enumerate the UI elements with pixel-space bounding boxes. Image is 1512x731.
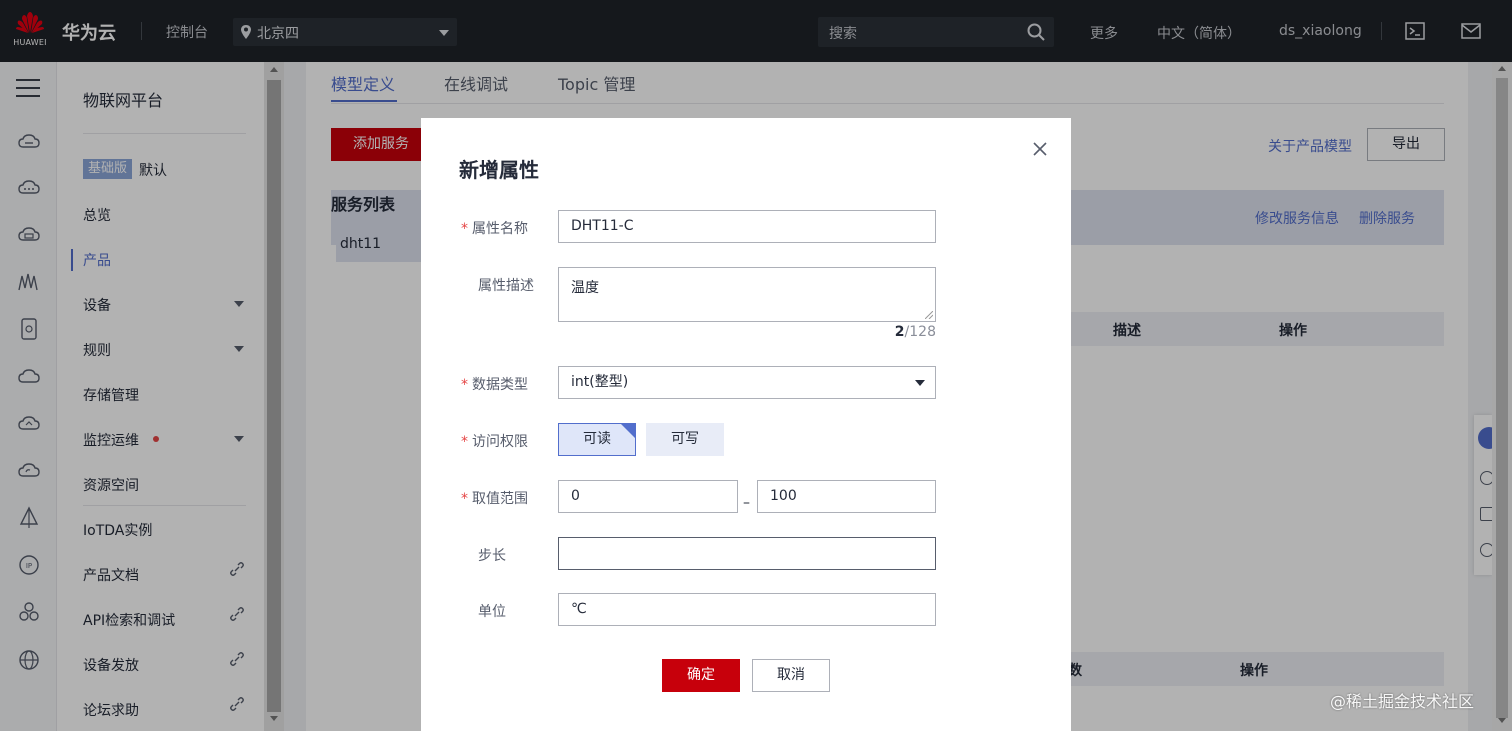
confirm-button[interactable]: 确定 — [662, 659, 740, 692]
property-description-input[interactable]: 温度 — [558, 267, 936, 322]
watermark: @稀土掘金技术社区 — [1330, 692, 1475, 711]
access-permission-label: * 访问权限 — [461, 434, 528, 450]
resize-handle-icon[interactable] — [925, 311, 933, 319]
range-min-input[interactable]: 0 — [558, 480, 738, 513]
access-writable-toggle[interactable]: 可写 — [646, 423, 724, 456]
add-property-dialog: 新增属性 * 属性名称 DHT11-C 属性描述 温度 2/128 * 数据类型 i… — [421, 118, 1071, 731]
step-input[interactable] — [558, 537, 936, 570]
close-icon[interactable] — [1031, 140, 1049, 158]
unit-input[interactable]: ℃ — [558, 593, 936, 626]
data-type-value: int(整型) — [571, 374, 629, 390]
range-max-input[interactable]: 100 — [757, 480, 936, 513]
range-separator: – — [743, 495, 750, 511]
chevron-down-icon — [915, 380, 925, 386]
property-name-label: * 属性名称 — [461, 221, 528, 237]
character-counter: 2/128 — [894, 324, 936, 340]
selected-corner-icon — [621, 424, 635, 438]
description-value: 温度 — [571, 280, 599, 296]
data-type-select[interactable]: int(整型) — [558, 366, 936, 399]
cancel-button[interactable]: 取消 — [752, 659, 830, 692]
property-name-input[interactable]: DHT11-C — [558, 210, 936, 243]
value-range-label: * 取值范围 — [461, 491, 528, 507]
dialog-title: 新增属性 — [459, 158, 539, 182]
access-readable-toggle[interactable]: 可读 — [558, 423, 636, 456]
data-type-label: * 数据类型 — [461, 377, 528, 393]
